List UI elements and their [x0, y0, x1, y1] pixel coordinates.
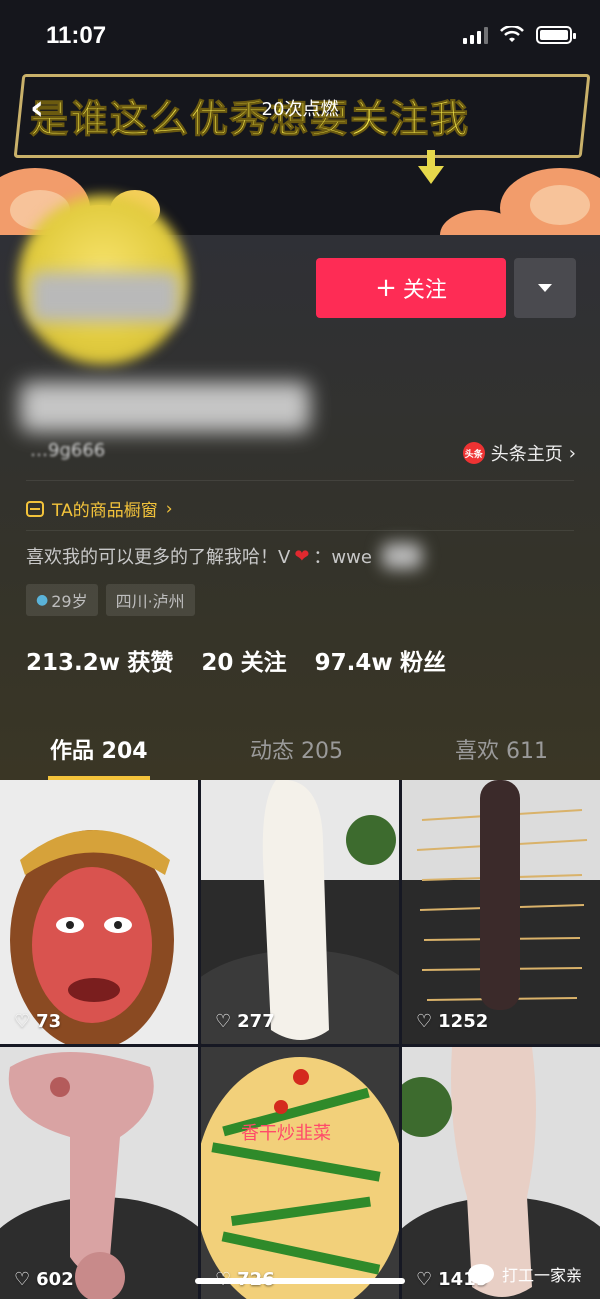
chevron-right-icon: › [165, 498, 173, 519]
stat-label: 关注 [240, 650, 287, 676]
stat-label: 粉丝 [399, 650, 446, 676]
red-heart-icon: ❤ [294, 545, 310, 567]
heart-outline-icon: ♡ [416, 1011, 433, 1032]
person-icon: ● [36, 592, 49, 608]
video-overlay-text: 香干炒韭菜 [241, 1123, 331, 1144]
battery-icon [536, 26, 576, 44]
like-count: ♡ 277 [215, 1011, 275, 1032]
stat-value: 213.2w [26, 650, 120, 676]
watermark-text: 打工一家亲 [501, 1266, 582, 1285]
like-value: 73 [36, 1011, 62, 1032]
status-bar: 11:07 [0, 0, 600, 70]
raw-meat-bone-icon [0, 1047, 198, 1299]
chevron-right-icon: › [568, 442, 576, 464]
video-thumbnail[interactable]: 香干炒韭菜 ♡ 726 [201, 1047, 399, 1299]
stat-followers[interactable]: 97.4w 粉丝 [315, 643, 446, 677]
video-thumbnail[interactable]: ♡ 73 [0, 780, 198, 1044]
stat-label: 获赞 [127, 650, 174, 676]
stat-value: 20 [201, 650, 234, 676]
watermark: 打工一家亲 [467, 1262, 582, 1286]
shop-icon [26, 500, 44, 517]
bio-redaction [381, 543, 422, 569]
divider [26, 530, 574, 531]
bio: 喜欢我的可以更多的了解我哈！V ❤ ：wwe [26, 543, 422, 569]
video-thumbnail[interactable]: ♡ 1252 [402, 780, 600, 1044]
like-value: 1252 [438, 1011, 489, 1032]
clock: 11:07 [46, 22, 107, 49]
bio-text: 喜欢我的可以更多的了解我哈！V [26, 547, 291, 568]
home-indicator[interactable] [195, 1278, 405, 1284]
avatar-redaction [30, 272, 180, 322]
toutiao-homepage-link[interactable]: 头条 头条主页 › [462, 440, 576, 466]
toutiao-logo-icon: 头条 [462, 442, 485, 464]
heart-outline-icon: ♡ [14, 1011, 31, 1032]
stat-value: 97.4w [314, 650, 393, 676]
white-daikon-in-pan-icon [201, 780, 399, 1044]
location-tag: 四川·泸州 [105, 584, 195, 616]
shop-label: TA的商品橱窗 [52, 501, 158, 521]
like-count: ♡ 602 [14, 1269, 74, 1290]
monkey-king-face-icon [0, 780, 198, 1044]
location-label: 四川·泸州 [115, 592, 185, 611]
banner-subtitle: 20次点燃 [261, 99, 339, 120]
username-redaction [20, 382, 310, 432]
like-value: 602 [36, 1269, 74, 1290]
cloud-decoration [530, 185, 590, 225]
like-count: ♡ 1252 [416, 1011, 488, 1032]
video-thumbnail[interactable]: ♡ 602 [0, 1047, 198, 1299]
user-id: …9g666 [30, 440, 106, 461]
profile-tags: ● 29岁 四川·泸州 [26, 584, 195, 616]
wifi-icon [500, 26, 524, 42]
heart-outline-icon: ♡ [416, 1269, 433, 1290]
toothpick-stuck-eggplant-icon [402, 780, 600, 1044]
status-icons [463, 26, 576, 44]
stat-likes[interactable]: 213.2w 获赞 [26, 643, 173, 677]
wechat-icon [467, 1264, 494, 1284]
like-count: ♡ 73 [14, 1011, 61, 1032]
down-arrow-icon [418, 150, 444, 184]
video-grid: ♡ 73 ♡ 277 ♡ 1252 ♡ 602 香干炒韭菜 ♡ 1419 [0, 780, 600, 1299]
heart-outline-icon: ♡ [215, 1011, 232, 1032]
tab-works[interactable]: 作品 204 [50, 733, 148, 765]
divider [26, 480, 574, 481]
follow-button[interactable]: + 关注 [316, 258, 506, 318]
plus-icon: + [375, 273, 397, 303]
tab-likes[interactable]: 喜欢 611 [455, 733, 548, 765]
tab-activity[interactable]: 动态 205 [250, 733, 343, 765]
like-value: 277 [237, 1011, 275, 1032]
heart-outline-icon: ♡ [14, 1269, 31, 1290]
toutiao-label: 头条主页 [490, 444, 563, 465]
stir-fry-greens-tofu-icon: 香干炒韭菜 [201, 1047, 399, 1299]
content-tabs: 作品 204 动态 205 喜欢 611 [0, 725, 600, 780]
age-label: 29岁 [51, 592, 88, 611]
video-thumbnail[interactable]: ♡ 277 [201, 780, 399, 1044]
stat-following[interactable]: 20 关注 [201, 643, 286, 677]
follow-label: 关注 [402, 278, 447, 303]
shop-window-link[interactable]: TA的商品橱窗 › [26, 496, 173, 521]
bio-suffix: ：wwe [313, 547, 372, 568]
profile-stats: 213.2w 获赞 20 关注 97.4w 粉丝 [26, 643, 446, 677]
age-tag: ● 29岁 [26, 584, 98, 616]
more-dropdown-button[interactable] [514, 258, 576, 318]
cellular-signal-icon [463, 26, 488, 44]
